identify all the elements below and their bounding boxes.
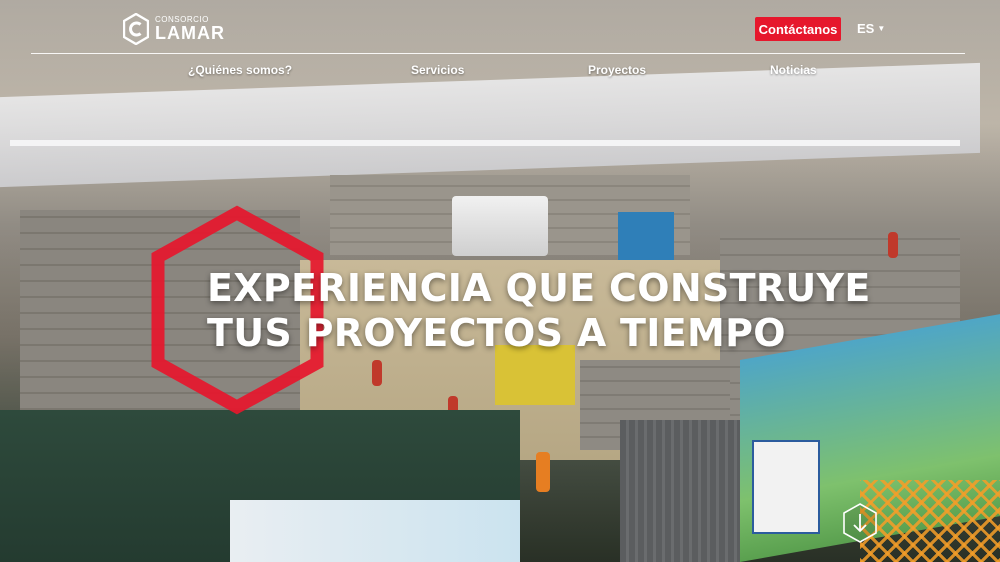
hero-headline: EXPERIENCIA QUE CONSTRUYE TUS PROYECTOS … xyxy=(207,266,871,356)
logo-text: CONSORCIO LAMAR xyxy=(155,16,225,43)
caret-down-icon: ▼ xyxy=(877,24,886,33)
metal-gate xyxy=(620,420,740,562)
headline-line-2: TUS PROYECTOS A TIEMPO xyxy=(207,311,786,355)
arrow-down-hexagon-icon xyxy=(843,503,877,543)
nav-item-projects[interactable]: Proyectos xyxy=(588,63,646,77)
contact-button[interactable]: Contáctanos xyxy=(755,17,841,41)
roof-structure xyxy=(0,62,980,188)
worker xyxy=(372,360,382,386)
roof-beam xyxy=(10,140,960,146)
worker xyxy=(536,452,550,492)
blue-lift xyxy=(618,212,674,260)
nav-item-services[interactable]: Servicios xyxy=(411,63,464,77)
nav-divider xyxy=(31,53,965,54)
language-label: ES xyxy=(857,21,875,36)
nav-item-about[interactable]: ¿Quiénes somos? xyxy=(188,63,292,77)
hexagon-c-logo-icon xyxy=(123,13,149,45)
scroll-down-button[interactable] xyxy=(842,502,878,544)
headline-line-1: EXPERIENCIA QUE CONSTRUYE xyxy=(207,266,871,310)
language-selector[interactable]: ES ▼ xyxy=(857,21,885,36)
site-logo[interactable]: CONSORCIO LAMAR xyxy=(123,12,233,46)
nav-item-news[interactable]: Noticias xyxy=(770,63,817,77)
fence-banner xyxy=(230,500,520,562)
worker xyxy=(888,232,898,258)
road-roller xyxy=(452,196,548,256)
orange-mesh-fence xyxy=(860,480,1000,562)
safety-sign xyxy=(752,440,820,534)
logo-name: LAMAR xyxy=(155,23,225,43)
